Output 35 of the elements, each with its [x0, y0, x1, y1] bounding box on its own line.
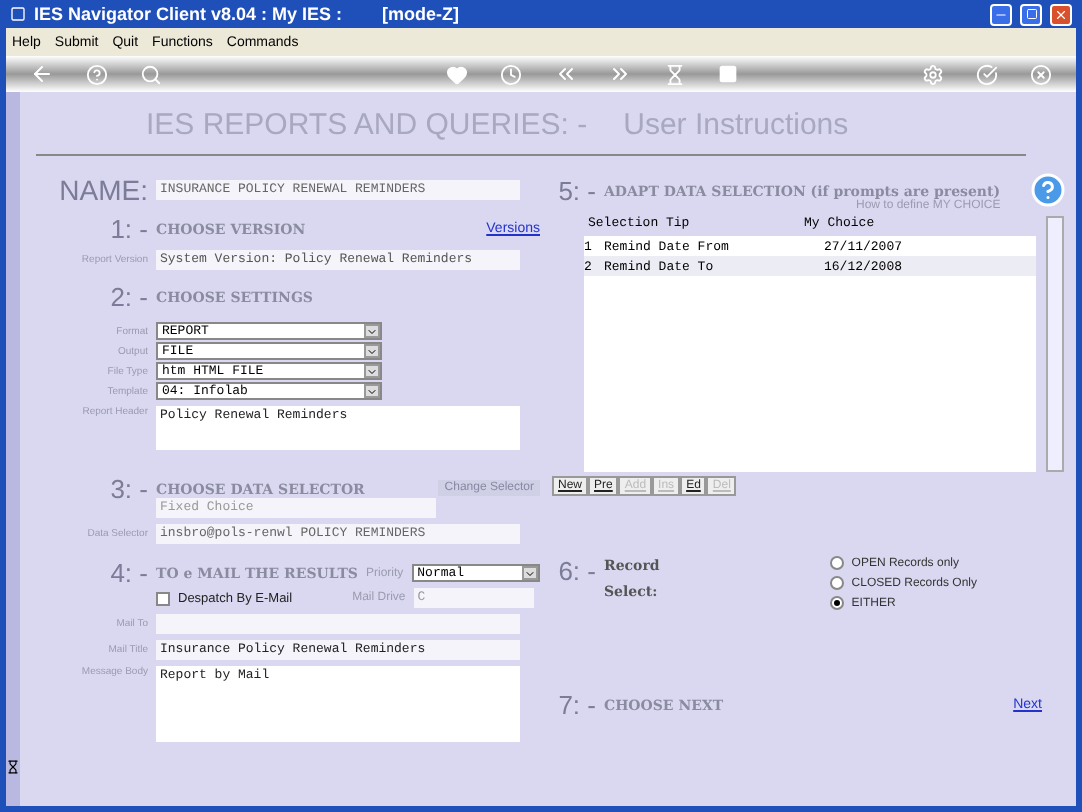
search-icon[interactable] [139, 63, 162, 85]
name-label: NAME: [57, 174, 148, 206]
step-number: 3: - [108, 473, 148, 503]
step-number: 4: - [108, 558, 148, 588]
close-icon[interactable] [1029, 63, 1052, 85]
step-number: 5: - [556, 175, 596, 205]
radio-button[interactable] [829, 596, 844, 610]
radio-button[interactable] [829, 576, 844, 590]
hourglass-icon[interactable] [664, 63, 687, 85]
despatch-checkbox[interactable] [156, 591, 170, 605]
caret-icon [524, 567, 536, 579]
mail-to-field[interactable] [156, 614, 520, 634]
clock-icon[interactable] [499, 63, 522, 85]
app-icon [10, 6, 26, 22]
help-icon[interactable] [1030, 172, 1066, 208]
maximize-button[interactable] [1020, 3, 1042, 25]
help-icon[interactable] [85, 63, 108, 85]
close-icon [1054, 7, 1068, 21]
heart-icon[interactable] [445, 63, 468, 85]
square-icon[interactable] [718, 64, 739, 84]
maximize-icon [1025, 8, 1037, 20]
double-left-icon[interactable] [553, 62, 578, 86]
radio-button[interactable] [829, 556, 844, 570]
step-number: 1: - [108, 214, 148, 244]
double-right-icon[interactable] [608, 62, 633, 86]
step-number: 2: - [108, 281, 148, 311]
step-number: 7: - [556, 690, 596, 720]
settings-icon[interactable] [922, 63, 945, 85]
window-title: IES Navigator Client v8.04 : My IES : [mode-Z] [34, 4, 462, 24]
close-button[interactable] [1050, 3, 1072, 25]
back-arrow-icon[interactable] [30, 62, 54, 86]
minimize-button[interactable] [990, 3, 1012, 25]
step-number: 6: - [556, 556, 596, 586]
hourglass-icon [6, 760, 20, 774]
check-icon[interactable] [976, 63, 999, 85]
